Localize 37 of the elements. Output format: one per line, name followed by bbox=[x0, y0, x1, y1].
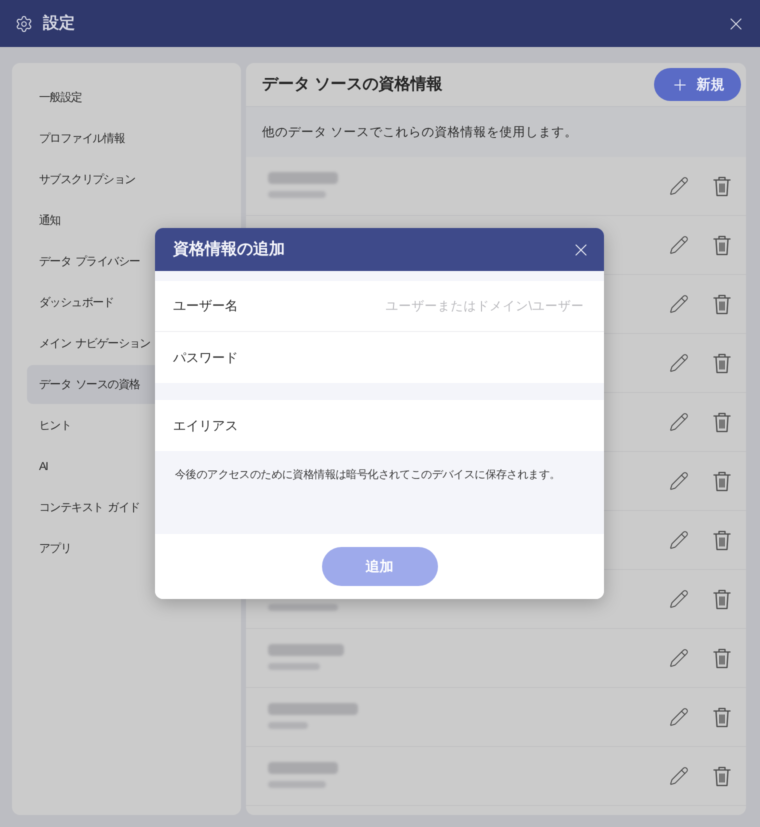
trash-icon[interactable] bbox=[713, 470, 731, 492]
trash-icon[interactable] bbox=[713, 588, 731, 610]
pencil-icon[interactable] bbox=[669, 471, 689, 491]
dialog-title: 資格情報の追加 bbox=[173, 240, 285, 260]
pencil-icon[interactable] bbox=[669, 530, 689, 550]
new-button[interactable]: 新規 bbox=[654, 68, 741, 101]
trash-icon[interactable] bbox=[713, 706, 731, 728]
trash-icon[interactable] bbox=[713, 412, 731, 432]
pencil-icon[interactable] bbox=[669, 589, 689, 609]
input-field[interactable]: ユーザーまたはドメイン\ユーザー bbox=[263, 291, 584, 321]
trash-icon[interactable] bbox=[713, 648, 731, 668]
pencil-icon[interactable] bbox=[669, 412, 689, 432]
note-text: 今後のアクセスのために資格情報は暗号化されてこのデバイスに保存されます。 bbox=[175, 469, 560, 481]
sidebar-item[interactable]: サブスクリプション bbox=[27, 160, 227, 199]
description-text: 他のデータ ソースでこれらの資格情報を使用します。 bbox=[246, 107, 746, 157]
section-title: データ ソースの資格情報 bbox=[262, 74, 442, 95]
pencil-icon[interactable] bbox=[669, 766, 689, 786]
sidebar-item[interactable]: プロファイル情報 bbox=[27, 119, 227, 158]
settings-icon bbox=[15, 14, 33, 32]
window-title: 設定 bbox=[43, 13, 76, 34]
trash-icon[interactable] bbox=[713, 766, 731, 786]
pencil-icon[interactable] bbox=[669, 294, 689, 314]
form-field[interactable]: エイリアス bbox=[155, 400, 604, 451]
sidebar-item[interactable]: 通知 bbox=[27, 201, 227, 240]
trash-icon[interactable] bbox=[713, 530, 731, 550]
pencil-icon[interactable] bbox=[669, 176, 689, 196]
trash-icon[interactable] bbox=[713, 176, 731, 196]
trash-icon[interactable] bbox=[713, 294, 731, 314]
form-field[interactable]: パスワード bbox=[155, 332, 604, 383]
pencil-icon[interactable] bbox=[669, 353, 689, 373]
form-field[interactable]: ユーザー名 ユーザーまたはドメイン\ユーザー bbox=[155, 281, 604, 332]
pencil-icon[interactable] bbox=[669, 707, 689, 727]
pencil-icon[interactable] bbox=[669, 648, 689, 668]
trash-icon[interactable] bbox=[713, 234, 731, 256]
sidebar-item[interactable]: 一般設定 bbox=[27, 78, 227, 117]
trash-icon[interactable] bbox=[713, 352, 731, 374]
pencil-icon[interactable] bbox=[669, 235, 689, 255]
